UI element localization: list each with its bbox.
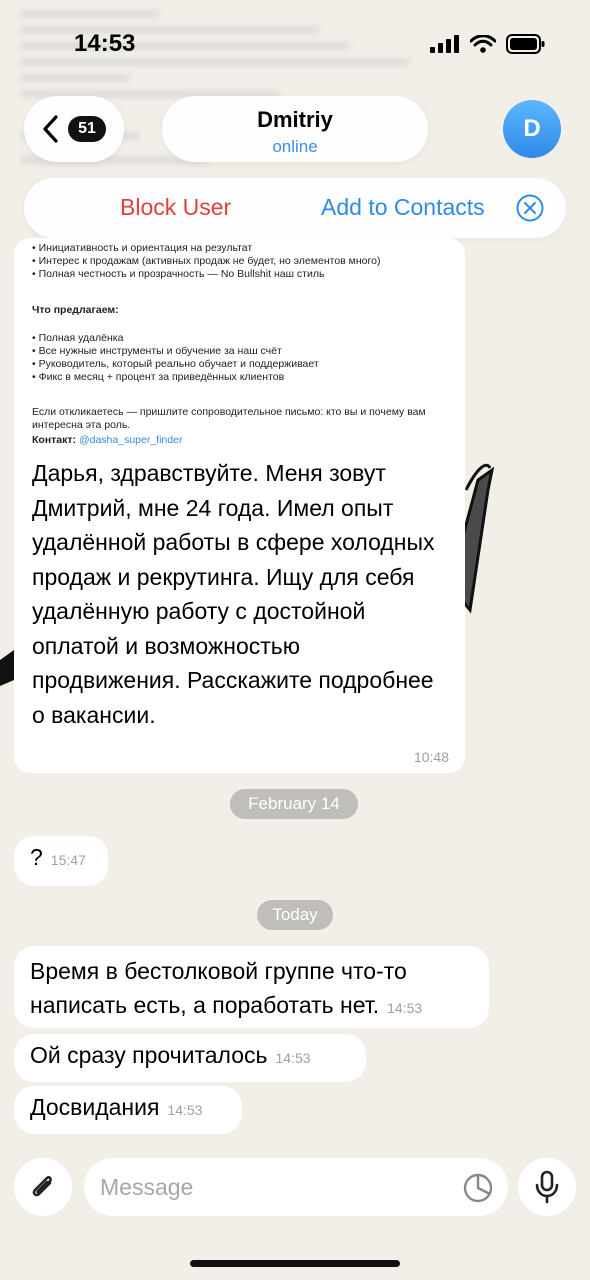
quoted-post-requirements: • Инициативность и ориентация на результ…	[32, 242, 381, 280]
block-user-button[interactable]: Block User	[120, 194, 231, 221]
status-icons	[430, 34, 546, 54]
quoted-post-offer-heading: Что предлагаем:	[32, 304, 119, 316]
message-text: Время в бестолковой группе что-то написа…	[30, 958, 407, 1018]
back-button[interactable]: 51	[24, 96, 124, 162]
chat-header[interactable]: Dmitriy online	[162, 96, 428, 162]
avatar[interactable]: D	[503, 100, 561, 158]
unread-count-badge: 51	[68, 116, 106, 142]
message-bubble[interactable]: Ой сразу прочиталось 14:53	[14, 1034, 366, 1082]
quoted-post-contact: Контакт: @dasha_super_finder	[32, 434, 182, 447]
home-indicator	[190, 1260, 400, 1267]
message-time: 14:53	[387, 1000, 423, 1016]
message-bubble[interactable]: Досвидания 14:53	[14, 1086, 242, 1134]
microphone-icon	[535, 1170, 559, 1204]
battery-icon	[506, 34, 545, 54]
wifi-icon	[470, 35, 496, 53]
date-separator: Today	[257, 900, 333, 930]
message-text: Ой сразу прочиталось	[30, 1042, 268, 1068]
status-time: 14:53	[74, 30, 136, 57]
contact-status: online	[272, 137, 318, 156]
quoted-post-offer-list: • Полная удалёнка • Все нужные инструмен…	[32, 332, 319, 383]
message-time: 10:48	[413, 749, 449, 765]
message-input[interactable]	[84, 1158, 508, 1216]
back-chevron-icon	[43, 115, 58, 143]
contact-name: Dmitriy	[257, 107, 333, 132]
message-bubble[interactable]: ? 15:47	[14, 836, 108, 886]
attach-button[interactable]	[14, 1158, 72, 1216]
message-bubble[interactable]: • Инициативность и ориентация на результ…	[14, 238, 465, 773]
contact-label: Контакт:	[32, 434, 77, 446]
paperclip-icon	[32, 1176, 52, 1197]
contact-action-bar: Block User Add to Contacts	[24, 178, 566, 238]
message-time: 14:53	[275, 1050, 311, 1066]
message-text: Досвидания	[30, 1094, 160, 1120]
message-time: 15:47	[50, 852, 86, 868]
date-separator: February 14	[230, 789, 358, 819]
message-bubble[interactable]: Время в бестолковой группе что-то написа…	[14, 946, 489, 1028]
message-time: 14:53	[167, 1102, 203, 1118]
message-text: ?	[30, 844, 43, 870]
message-text: Дарья, здравствуйте. Меня зовут Дмитрий,…	[32, 460, 435, 728]
signal-icon	[430, 35, 459, 53]
sticker-icon[interactable]	[462, 1172, 494, 1204]
voice-message-button[interactable]	[518, 1158, 576, 1216]
close-icon[interactable]	[515, 193, 545, 223]
contact-handle-link[interactable]: @dasha_super_finder	[79, 434, 182, 446]
quoted-post-closing: Если откликаетесь — пришлите сопроводите…	[32, 406, 426, 431]
add-to-contacts-button[interactable]: Add to Contacts	[321, 194, 485, 221]
